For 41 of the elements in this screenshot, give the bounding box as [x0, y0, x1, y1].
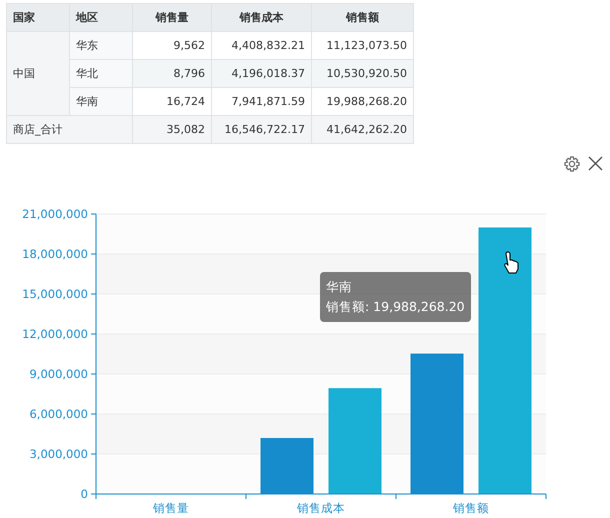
column-header[interactable]: 销售成本: [212, 4, 312, 32]
tooltip: 华南 销售额: 19,988,268.20: [320, 272, 471, 322]
table-cell: 10,530,920.50: [312, 60, 414, 88]
table-cell: 7,941,871.59: [212, 88, 312, 116]
column-header[interactable]: 销售量: [132, 4, 212, 32]
table-cell: 16,724: [132, 88, 212, 116]
table-cell: 16,546,722.17: [212, 116, 312, 144]
settings-icon[interactable]: [564, 156, 580, 172]
table-cell: 35,082: [132, 116, 212, 144]
table-cell: 华北: [70, 60, 132, 88]
column-header[interactable]: 销售额: [312, 4, 414, 32]
table-cell: 19,988,268.20: [312, 88, 414, 116]
y-axis-label: 12,000,000: [22, 327, 88, 341]
column-header[interactable]: 地区: [70, 4, 132, 32]
table-cell: 4,196,018.37: [212, 60, 312, 88]
x-axis-label: 销售量: [153, 501, 189, 515]
y-axis-label: 18,000,000: [22, 247, 88, 261]
table-cell: 9,562: [132, 32, 212, 60]
bar[interactable]: [260, 438, 314, 494]
table-cell: 41,642,262.20: [312, 116, 414, 144]
table-cell: 8,796: [132, 60, 212, 88]
table-cell: 华南: [70, 88, 132, 116]
bar[interactable]: [478, 227, 532, 494]
y-axis-label: 6,000,000: [29, 407, 88, 421]
table-cell: 4,408,832.21: [212, 32, 312, 60]
y-axis-label: 3,000,000: [29, 447, 88, 461]
close-icon[interactable]: [588, 156, 603, 171]
y-axis-label: 0: [80, 487, 88, 501]
x-axis-label: 销售成本: [297, 501, 345, 515]
table-cell: 中国: [6, 32, 70, 116]
table-cell: 华东: [70, 32, 132, 60]
column-header[interactable]: 国家: [6, 4, 70, 32]
bar[interactable]: [410, 354, 464, 494]
y-axis-label: 9,000,000: [29, 367, 88, 381]
pointer-cursor-icon: [504, 252, 518, 274]
table-cell: 商店_合计: [6, 116, 132, 144]
y-axis-label: 15,000,000: [22, 287, 88, 301]
table-cell: 11,123,073.50: [312, 32, 414, 60]
x-axis-label: 销售额: [453, 501, 489, 515]
bar[interactable]: [328, 388, 382, 494]
y-axis-label: 21,000,000: [22, 207, 88, 221]
